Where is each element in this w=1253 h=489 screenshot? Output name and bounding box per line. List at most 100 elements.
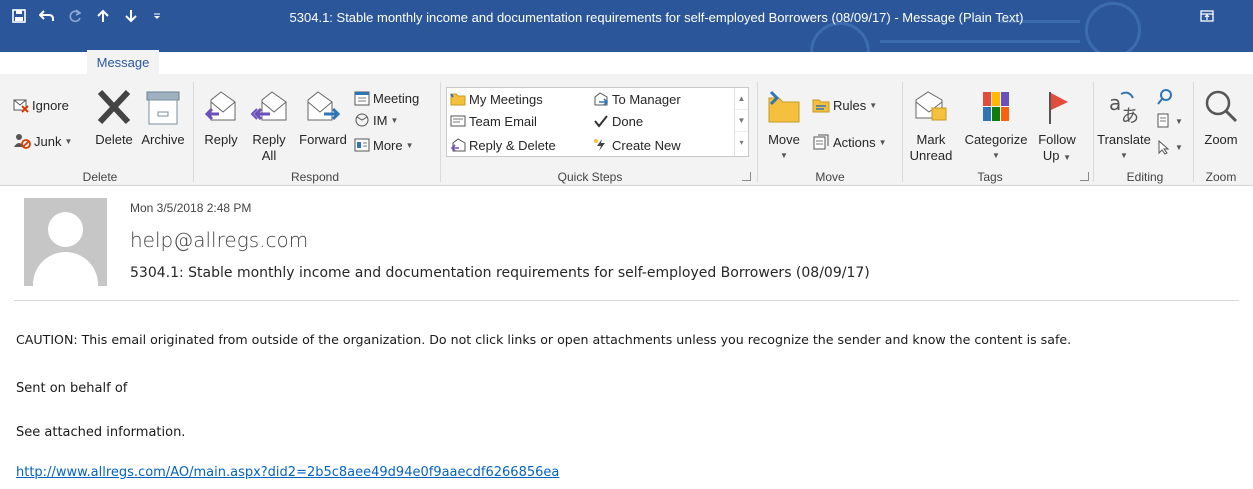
group-label-editing: Editing — [1126, 170, 1164, 184]
zoom-button[interactable]: Zoom — [1198, 88, 1244, 148]
mark-unread-label-2: Unread — [909, 148, 953, 163]
message-link[interactable]: http://www.allregs.com/AO/main.aspx?did2… — [16, 465, 559, 480]
header-divider — [14, 300, 1239, 301]
chevron-down-icon: ▼ — [878, 137, 887, 147]
ignore-icon — [13, 99, 29, 113]
reply-icon — [204, 91, 236, 121]
group-separator — [1193, 82, 1194, 182]
lightbulb-icon — [172, 56, 184, 71]
follow-up-label-1: Follow — [1038, 132, 1076, 147]
chevron-down-icon: ▼ — [869, 100, 878, 110]
meeting-label: Meeting — [373, 90, 420, 106]
more-respond-button[interactable]: More ▼ — [354, 136, 414, 154]
chevron-down-icon: ▼ — [1175, 142, 1183, 152]
rules-icon — [812, 99, 830, 113]
body-line-see-attached: See attached information. — [16, 425, 186, 440]
ignore-button[interactable]: Ignore — [13, 96, 69, 114]
reply-all-button[interactable]: Reply All — [248, 88, 290, 164]
sent-date: Mon 3/5/2018 2:48 PM — [130, 201, 252, 215]
more-icon — [354, 138, 370, 152]
ignore-label: Ignore — [32, 97, 69, 113]
mark-unread-button[interactable]: Mark Unread — [909, 88, 953, 164]
meeting-button[interactable]: Meeting — [354, 89, 419, 107]
replace-button[interactable]: ▼ — [1156, 112, 1183, 130]
archive-button[interactable]: Archive — [137, 88, 189, 148]
translate-label: Translate — [1097, 132, 1151, 147]
chevron-down-icon: ▼ — [1175, 116, 1183, 126]
junk-button[interactable]: Junk ▼ — [13, 132, 72, 150]
actions-button[interactable]: Actions ▼ — [812, 133, 887, 151]
move-button[interactable]: Move ▼ — [764, 88, 804, 164]
zoom-icon — [1205, 90, 1238, 123]
replace-icon — [1157, 113, 1169, 128]
delete-x-icon — [97, 89, 131, 125]
flag-icon — [1049, 92, 1068, 124]
create-new-label: Create New — [612, 137, 681, 153]
sender-avatar[interactable] — [24, 198, 107, 286]
forward-button[interactable]: Forward — [297, 88, 349, 148]
envelope-icon — [594, 92, 609, 106]
group-separator — [193, 82, 194, 182]
group-label-zoom: Zoom — [1205, 170, 1237, 184]
check-icon — [594, 115, 608, 128]
group-label-respond: Respond — [290, 170, 340, 184]
mark-unread-icon — [915, 91, 947, 121]
rules-label: Rules — [833, 97, 867, 113]
im-button[interactable]: IM ▼ — [354, 111, 398, 129]
reply-all-icon — [250, 91, 287, 121]
tags-launcher[interactable] — [1080, 172, 1089, 181]
restore-icon — [1200, 10, 1214, 22]
envelope-icon — [450, 115, 466, 127]
group-separator — [902, 82, 903, 182]
chevron-down-icon: ▼ — [390, 115, 399, 125]
team-email-label: Team Email — [469, 113, 537, 129]
quick-step-my-meetings[interactable]: My Meetings — [450, 90, 543, 108]
mark-unread-label-1: Mark — [916, 132, 946, 147]
reply-delete-label: Reply & Delete — [469, 137, 556, 153]
junk-label: Junk — [34, 133, 62, 149]
lightning-icon — [594, 139, 605, 151]
select-button[interactable]: ▼ — [1156, 138, 1183, 156]
quick-steps-launcher[interactable] — [742, 172, 751, 181]
folder-icon — [450, 93, 466, 106]
caution-banner: CAUTION: This email originated from outs… — [16, 332, 1072, 347]
tab-message[interactable]: Message — [87, 50, 159, 76]
title-bar: 5304.1: Stable monthly income and docume… — [0, 0, 1253, 52]
ribbon-display-options-button[interactable] — [1196, 6, 1218, 26]
to-manager-label: To Manager — [612, 91, 681, 107]
window-title: 5304.1: Stable monthly income and docume… — [289, 10, 1024, 25]
categorize-icon — [983, 92, 1009, 121]
categorize-button[interactable]: Categorize ▼ — [960, 88, 1032, 164]
folder-icon — [768, 90, 800, 123]
quick-step-to-manager[interactable]: To Manager — [593, 90, 681, 108]
group-label-tags: Tags — [977, 170, 1003, 184]
quick-step-team-email[interactable]: Team Email — [450, 112, 537, 130]
group-separator — [757, 82, 758, 182]
quick-step-create-new[interactable]: Create New — [593, 136, 681, 154]
archive-label: Archive — [141, 132, 185, 147]
quick-step-done[interactable]: Done — [593, 112, 643, 130]
group-label-quick-steps: Quick Steps — [557, 170, 623, 184]
group-label-move: Move — [815, 170, 845, 184]
translate-icon: aあ — [1109, 91, 1139, 126]
delete-button[interactable]: Delete — [90, 88, 138, 148]
archive-icon — [146, 91, 180, 125]
follow-up-button[interactable]: Follow Up ▼ — [1035, 88, 1079, 166]
reply-icon — [450, 138, 466, 152]
quick-step-reply-delete[interactable]: Reply & Delete — [450, 136, 556, 154]
meeting-icon — [354, 91, 370, 106]
chevron-down-icon: ▼ — [992, 151, 1000, 160]
done-label: Done — [612, 113, 644, 129]
rules-button[interactable]: Rules ▼ — [812, 96, 877, 114]
translate-button[interactable]: aあ Translate ▼ — [1097, 88, 1151, 164]
quick-steps-scroll[interactable]: ▲ ▼ ▾ — [734, 88, 748, 156]
reply-button[interactable]: Reply — [201, 88, 241, 148]
group-label-delete: Delete — [82, 170, 118, 184]
find-button[interactable] — [1156, 88, 1174, 106]
my-meetings-label: My Meetings — [469, 91, 543, 107]
chevron-down-icon: ▼ — [405, 140, 414, 150]
sender-address[interactable]: help@allregs.com — [130, 228, 308, 252]
message-subject: 5304.1: Stable monthly income and docume… — [130, 265, 870, 281]
svg-text:a: a — [1109, 91, 1121, 115]
actions-label: Actions — [833, 134, 876, 150]
